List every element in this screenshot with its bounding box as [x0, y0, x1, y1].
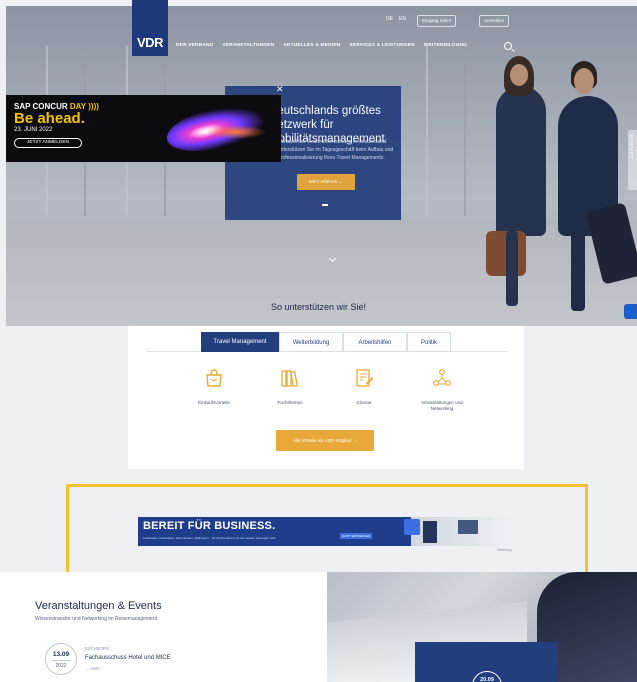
network-people-icon: [432, 368, 452, 388]
banner-photo-person: [458, 520, 478, 534]
feature-fachthemen[interactable]: Fachthemen: [260, 368, 320, 406]
nav-item-veranstaltungen[interactable]: VERANSTALTUNGEN: [222, 43, 274, 48]
feature-veranstaltungen[interactable]: Veranstaltungen und Networking: [412, 368, 472, 412]
login-button[interactable]: Eingang Intern: [417, 15, 457, 27]
event-date-badge: 13.09 2022: [45, 643, 77, 675]
nav-item-services[interactable]: SERVICES & LEISTUNGEN: [349, 43, 414, 48]
nav-item-aktuelles[interactable]: AKTUELLES & MEDIEN: [283, 43, 340, 48]
sap-ad-register-button[interactable]: JETZT ANMELDEN: [14, 138, 82, 148]
hero-body-text: Der Verband der Geschäftsreisenden in De…: [269, 139, 394, 161]
feature-label: Veranstaltungen und Networking: [421, 400, 463, 411]
support-tabs: Travel Management Weiterbildung Arbeitsh…: [146, 332, 508, 352]
lang-de-link[interactable]: DE: [386, 16, 393, 22]
support-card: Travel Management Weiterbildung Arbeitsh…: [128, 326, 524, 469]
ad-label: Werbung: [497, 548, 512, 552]
top-bar: DE EN Eingang Intern Anmelden: [6, 6, 637, 36]
banner-subline: Lieferkette, Lieferketten, Dienstreisen,…: [143, 536, 277, 540]
kontakt-side-tab[interactable]: KONTAKT: [628, 130, 637, 190]
main-navigation: DER VERBAND VERANSTALTUNGEN AKTUELLES & …: [176, 43, 467, 48]
sap-ad-headline: Be ahead.: [14, 110, 85, 127]
events-featured-image: 20.09: [327, 572, 637, 682]
account-button[interactable]: Anmelden: [479, 15, 510, 27]
feature-label: Einkaufsvorteile: [198, 400, 230, 405]
event-year: 2022: [55, 663, 67, 669]
shopping-bag-icon: [204, 368, 224, 388]
tab-politik[interactable]: Politik: [407, 332, 451, 352]
lang-en-link[interactable]: EN: [399, 16, 406, 22]
event-date-divider: [52, 660, 70, 661]
banner-photo-person: [423, 521, 437, 543]
banner-headline: BEREIT FÜR BUSINESS.: [143, 520, 276, 532]
kontakt-label: KONTAKT: [629, 135, 634, 159]
tab-arbeitshilfen[interactable]: Arbeitshilfen: [343, 332, 407, 352]
hero-more-button[interactable]: Mehr erfahren →: [297, 174, 355, 190]
event-date: 13.09: [52, 651, 70, 658]
nav-item-weiterbildung[interactable]: WEITERBILDUNG: [424, 43, 467, 48]
sap-ad-waves: )))): [88, 102, 99, 111]
sap-ad-date: 23. JUNI 2022: [14, 127, 53, 133]
sap-concur-ad[interactable]: SAP CONCUR DAY )))) Be ahead. 23. JUNI 2…: [6, 95, 281, 162]
vdr-logo[interactable]: VDR: [132, 0, 168, 56]
event-more-link[interactable]: → mehr: [85, 666, 100, 671]
banner-cta-button[interactable]: JETZT ENTDECKEN: [340, 533, 372, 539]
nav-item-verband[interactable]: DER VERBAND: [176, 43, 213, 48]
events-section: Veranstaltungen & Events Wissenstransfer…: [0, 572, 327, 682]
business-banner-ad[interactable]: BEREIT FÜR BUSINESS. Lieferkette, Liefer…: [138, 517, 515, 546]
sap-ad-light-graphic: [206, 125, 266, 139]
slider-indicator[interactable]: [322, 204, 328, 206]
feature-label: Fachthemen: [277, 400, 303, 405]
feature-glossar[interactable]: Glossar: [334, 368, 394, 406]
close-ad-icon[interactable]: ✕: [276, 84, 284, 95]
feature-label: Glossar: [356, 400, 372, 405]
event-location: ESCHBORN: [85, 646, 109, 651]
event-title-link[interactable]: Fachausschuss Hotel und MICE: [85, 655, 171, 661]
books-icon: [280, 368, 300, 388]
events-subtitle: Wissenstransfer und Networking im Reisem…: [35, 616, 157, 622]
support-section-title: So unterstützen wir Sie!: [270, 302, 367, 312]
tab-travel-management[interactable]: Travel Management: [201, 332, 279, 352]
events-title: Veranstaltungen & Events: [35, 600, 162, 612]
search-icon[interactable]: [504, 42, 512, 50]
tab-weiterbildung[interactable]: Weiterbildung: [279, 332, 343, 352]
edit-document-icon: [354, 368, 374, 388]
member-benefits-button[interactable]: Alle Vorteile als VDR-Mitglied →: [276, 430, 374, 451]
banner-logo: [404, 519, 420, 535]
feature-einkaufsvorteile[interactable]: Einkaufsvorteile: [184, 368, 244, 406]
